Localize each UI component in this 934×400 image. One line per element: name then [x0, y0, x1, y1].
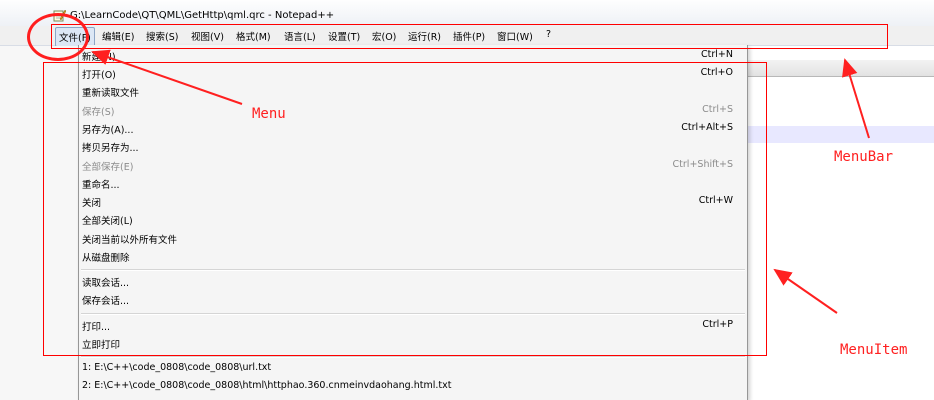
- annotation-arrows: [91, 49, 870, 314]
- annotation-menu-label: Menu: [252, 106, 286, 122]
- annotation-menubar-label: MenuBar: [834, 149, 894, 165]
- menubar-arrow: [842, 58, 870, 139]
- menu-arrow: [91, 49, 243, 105]
- menuitem-arrow: [773, 268, 838, 314]
- annotation-menuitem-label: MenuItem: [840, 342, 908, 358]
